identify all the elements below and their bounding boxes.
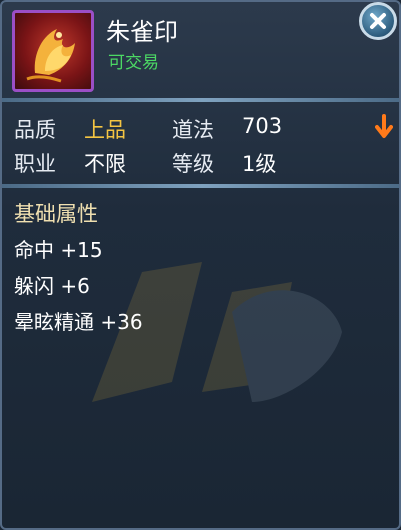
attribute-line: 躲闪 +6 <box>14 274 90 298</box>
phoenix-icon <box>12 10 94 92</box>
trade-status: 可交易 <box>108 53 159 73</box>
attributes-title: 基础属性 <box>14 202 98 226</box>
item-name: 朱雀印 <box>106 18 178 46</box>
item-tooltip-panel: 朱雀印 可交易 品质 上品 道法 703 职业 不限 等级 1级 基础属性 命中… <box>0 0 401 530</box>
close-button[interactable] <box>359 2 397 40</box>
attribute-line: 命中 +15 <box>14 238 103 262</box>
quality-label: 品质 <box>14 118 56 142</box>
daofa-value: 703 <box>242 114 283 138</box>
job-label: 职业 <box>14 152 56 176</box>
arrow-down-icon <box>375 114 393 138</box>
job-value: 不限 <box>84 152 126 176</box>
level-value: 1级 <box>242 152 277 176</box>
close-icon <box>370 13 386 29</box>
tooltip-header: 朱雀印 可交易 <box>2 2 399 96</box>
attribute-line: 晕眩精通 +36 <box>14 310 143 334</box>
divider-middle <box>2 184 399 188</box>
quality-value: 上品 <box>84 118 126 142</box>
level-label: 等级 <box>172 152 214 176</box>
daofa-label: 道法 <box>172 118 214 142</box>
attributes-section: 基础属性 命中 +15 躲闪 +6 晕眩精通 +36 <box>14 198 143 342</box>
stats-section: 品质 上品 道法 703 职业 不限 等级 1级 <box>2 102 399 180</box>
